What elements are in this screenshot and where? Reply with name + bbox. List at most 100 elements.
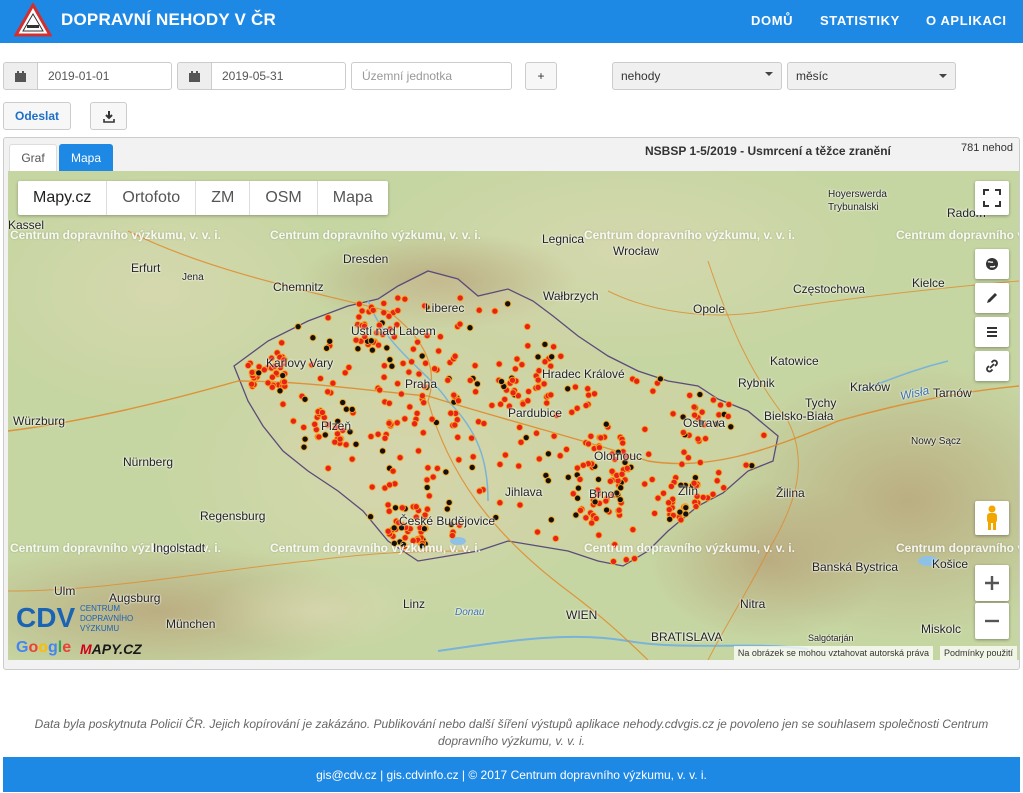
accident-marker[interactable] [367,337,375,345]
accident-marker[interactable] [401,415,409,423]
submit-button[interactable]: Odeslat [3,102,71,130]
accident-marker[interactable] [418,392,426,400]
accident-marker[interactable] [524,397,532,405]
accident-marker[interactable] [331,438,339,446]
accident-marker[interactable] [423,483,431,492]
accident-marker[interactable] [541,358,549,366]
accident-marker[interactable] [748,462,756,470]
accident-marker[interactable] [451,421,459,429]
accident-marker[interactable] [573,404,581,412]
accident-marker[interactable] [669,410,677,418]
accident-marker[interactable] [324,314,332,322]
accident-marker[interactable] [564,385,572,393]
accident-marker[interactable] [709,396,717,404]
accident-marker[interactable] [393,419,401,427]
accident-marker[interactable] [522,434,530,442]
accident-marker[interactable] [329,379,337,387]
accident-marker[interactable] [473,380,481,388]
accident-marker[interactable] [547,516,555,524]
accident-marker[interactable] [544,477,552,485]
accident-marker[interactable] [406,403,414,411]
accident-marker[interactable] [571,383,579,391]
accident-marker[interactable] [532,429,541,437]
accident-marker[interactable] [394,380,402,388]
street-view-button[interactable] [975,501,1009,535]
accident-marker[interactable] [248,368,256,376]
accident-marker[interactable] [385,507,393,515]
accident-marker[interactable] [425,492,433,500]
accident-marker[interactable] [355,313,363,321]
accident-marker[interactable] [423,476,431,484]
accident-marker[interactable] [339,398,347,407]
accident-marker[interactable] [414,338,422,346]
accident-marker[interactable] [394,306,402,315]
tab-map[interactable]: Mapa [59,144,113,172]
accident-marker[interactable] [534,376,542,384]
accident-marker[interactable] [608,467,616,475]
accident-marker[interactable] [369,306,377,314]
accident-marker[interactable] [384,501,392,509]
accident-marker[interactable] [394,294,402,302]
link-button[interactable] [975,351,1009,381]
accident-marker[interactable] [597,434,605,442]
accident-marker[interactable] [480,419,488,428]
map-view[interactable]: Centrum dopravního výzkumu, v. v. i. Cen… [8,171,1019,660]
period-select[interactable]: měsíc [787,62,956,90]
add-territory-button[interactable]: + [525,62,557,90]
accident-marker[interactable] [513,355,521,363]
accident-marker[interactable] [525,387,533,396]
accident-marker[interactable] [713,477,721,485]
accident-marker[interactable] [582,514,590,522]
accident-marker[interactable] [686,391,694,399]
accident-marker[interactable] [390,524,398,532]
accident-marker[interactable] [609,557,618,566]
accident-marker[interactable] [380,309,388,317]
accident-marker[interactable] [535,455,543,463]
layers-list-button[interactable] [975,317,1009,347]
accident-marker[interactable] [590,390,599,398]
accident-marker[interactable] [244,361,252,370]
accident-marker[interactable] [547,391,555,399]
nav-home[interactable]: DOMŮ [751,13,793,28]
accident-marker[interactable] [326,337,334,345]
accident-marker[interactable] [619,439,627,447]
accident-marker[interactable] [659,489,668,497]
copyright-notice[interactable]: Na obrázek se mohou vztahovat autorská p… [733,646,933,660]
accident-marker[interactable] [617,484,625,492]
layer-zm[interactable]: ZM [196,181,251,215]
accident-marker[interactable] [431,365,439,373]
accident-marker[interactable] [533,528,542,536]
accident-marker[interactable] [582,401,590,410]
accident-marker[interactable] [574,494,582,502]
accident-marker[interactable] [380,299,388,307]
accident-marker[interactable] [630,555,639,563]
accident-marker[interactable] [456,320,464,328]
accident-marker[interactable] [468,434,476,442]
accident-marker[interactable] [309,334,317,342]
accident-marker[interactable] [383,344,391,352]
accident-marker[interactable] [348,405,356,413]
accident-marker[interactable] [399,359,407,367]
accident-marker[interactable] [509,389,517,397]
accident-marker[interactable] [374,430,382,438]
accident-marker[interactable] [476,487,484,495]
accident-marker[interactable] [279,371,287,380]
download-button[interactable] [90,102,127,130]
accident-marker[interactable] [352,440,360,448]
accident-marker[interactable] [629,526,637,534]
accident-marker[interactable] [516,423,524,431]
accident-marker[interactable] [358,307,366,315]
accident-marker[interactable] [716,401,725,409]
accident-marker[interactable] [419,429,427,437]
accident-marker[interactable] [443,505,451,513]
accident-marker[interactable] [556,452,564,460]
accident-marker[interactable] [368,346,376,354]
accident-marker[interactable] [516,501,524,509]
accident-marker[interactable] [524,342,532,350]
accident-marker[interactable] [742,461,750,469]
accident-marker[interactable] [324,388,332,396]
accident-marker[interactable] [613,489,621,497]
accident-marker[interactable] [541,340,549,348]
accident-marker[interactable] [316,374,325,383]
accident-marker[interactable] [435,347,443,355]
